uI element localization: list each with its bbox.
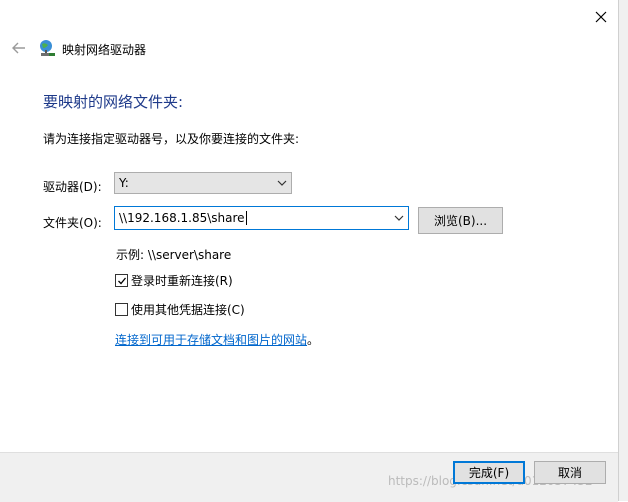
window-title: 映射网络驱动器 — [62, 43, 147, 57]
browse-button-label: 浏览(B)... — [433, 214, 488, 228]
chevron-down-icon[interactable] — [394, 213, 404, 223]
folder-label: 文件夹(O): — [43, 216, 102, 230]
folder-input[interactable]: \\192.168.1.85\share — [114, 206, 409, 230]
instruction-text: 请为连接指定驱动器号，以及你要连接的文件夹: — [43, 132, 300, 146]
drive-select-value: Y: — [119, 176, 129, 190]
back-arrow-icon — [12, 42, 25, 54]
text-cursor — [245, 211, 247, 225]
folder-input-value: \\192.168.1.85\share — [119, 211, 245, 225]
example-text: 示例: \\server\share — [116, 248, 232, 262]
checkmark-icon — [117, 277, 126, 284]
network-drive-icon — [40, 40, 55, 56]
drive-select[interactable]: Y: — [114, 172, 292, 194]
reconnect-checkbox[interactable] — [115, 274, 128, 287]
finish-button[interactable]: 完成(F) — [453, 461, 525, 484]
credentials-label: 使用其他凭据连接(C) — [131, 303, 245, 317]
close-icon — [595, 11, 607, 23]
drive-label: 驱动器(D): — [43, 180, 102, 194]
cancel-button[interactable]: 取消 — [534, 461, 606, 484]
reconnect-label: 登录时重新连接(R) — [131, 274, 233, 288]
finish-button-label: 完成(F) — [468, 466, 510, 480]
dialog-window: 映射网络驱动器 要映射的网络文件夹: 请为连接指定驱动器号，以及你要连接的文件夹… — [0, 0, 619, 502]
back-button[interactable] — [8, 38, 30, 58]
credentials-checkbox[interactable] — [115, 303, 128, 316]
link-row: 连接到可用于存储文档和图片的网站。 — [115, 331, 319, 348]
reconnect-checkbox-row[interactable]: 登录时重新连接(R) — [115, 272, 233, 289]
background-strip — [619, 0, 628, 501]
credentials-checkbox-row[interactable]: 使用其他凭据连接(C) — [115, 301, 245, 318]
browse-button[interactable]: 浏览(B)... — [418, 207, 503, 234]
cancel-button-label: 取消 — [557, 466, 582, 480]
page-heading: 要映射的网络文件夹: — [43, 93, 184, 111]
close-button[interactable] — [588, 6, 614, 28]
website-link[interactable]: 连接到可用于存储文档和图片的网站 — [115, 333, 307, 347]
chevron-down-icon — [277, 180, 287, 186]
link-suffix: 。 — [307, 333, 320, 347]
